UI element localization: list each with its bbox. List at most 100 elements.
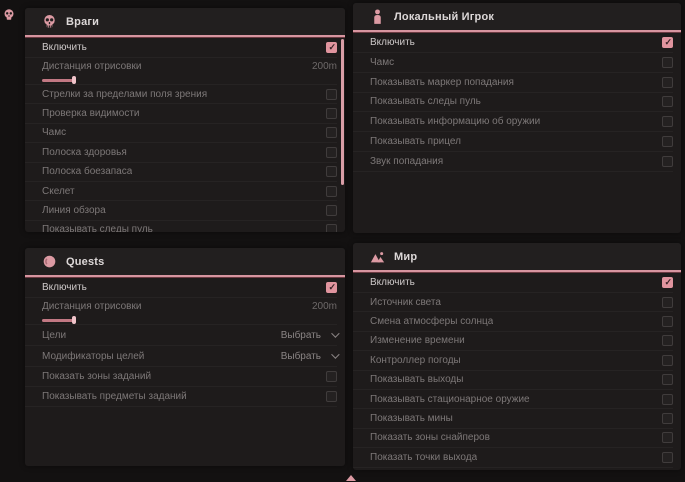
- row-label: Смена атмосферы солнца: [370, 316, 493, 327]
- row-label: Включить: [42, 282, 87, 293]
- checkbox[interactable]: [662, 374, 673, 385]
- checkbox[interactable]: [326, 186, 337, 197]
- row-label: Показать зоны снайперов: [370, 432, 490, 443]
- settings-row: Показывать информацию об оружии: [353, 112, 673, 132]
- checkbox[interactable]: [326, 42, 337, 53]
- row-label: Включить: [42, 42, 87, 53]
- row-label: Проверка видимости: [42, 108, 140, 119]
- mountain-icon: [346, 475, 356, 481]
- circle-icon: [42, 254, 57, 269]
- row-label: Чамс: [42, 127, 66, 138]
- panel-title: Quests: [66, 256, 105, 268]
- checkbox[interactable]: [326, 371, 337, 382]
- checkbox[interactable]: [662, 452, 673, 463]
- checkbox[interactable]: [326, 282, 337, 293]
- settings-row: Показывать следы пуль: [25, 221, 337, 232]
- slider-fill: [42, 79, 74, 82]
- settings-row: Включить: [353, 32, 673, 53]
- row-label: Показывать следы пуль: [370, 96, 481, 107]
- slider[interactable]: [42, 316, 337, 324]
- row-label: Стрелки за пределами поля зрения: [42, 89, 207, 100]
- skull-icon: [3, 7, 15, 22]
- row-label: Цели: [42, 330, 66, 341]
- panel-quests-header: Quests: [25, 248, 345, 275]
- row-label: Дистанция отрисовки: [42, 301, 141, 312]
- dropdown-value: Выбрать: [281, 330, 321, 341]
- checkbox[interactable]: [662, 316, 673, 327]
- row-label: Показывать маркер попадания: [370, 77, 514, 88]
- checkbox[interactable]: [326, 205, 337, 216]
- checkbox[interactable]: [662, 335, 673, 346]
- settings-row: Модификаторы целейВыбрать: [25, 346, 337, 367]
- panel-enemies-header: Враги: [25, 8, 345, 35]
- checkbox[interactable]: [326, 147, 337, 158]
- panel-title: Мир: [394, 251, 417, 263]
- checkbox[interactable]: [662, 136, 673, 147]
- panel-quests: Quests ВключитьДистанция отрисовки200mЦе…: [25, 248, 345, 466]
- slider-handle[interactable]: [72, 316, 76, 324]
- row-label: Показать зоны заданий: [42, 371, 151, 382]
- row-label: Полоска здоровья: [42, 147, 127, 158]
- settings-row: Показывать следы пуль: [353, 93, 673, 113]
- settings-row: Показывать маркер попадания: [353, 73, 673, 93]
- chevron-down-icon: [331, 350, 339, 358]
- settings-row: Дистанция отрисовки200m: [25, 58, 337, 85]
- checkbox[interactable]: [326, 166, 337, 177]
- checkbox[interactable]: [662, 57, 673, 68]
- chevron-down-icon: [331, 329, 339, 337]
- checkbox[interactable]: [662, 355, 673, 366]
- slider[interactable]: [42, 76, 337, 84]
- settings-row: Показать точки выхода: [353, 448, 673, 467]
- panel-enemies: Враги Включить Дистанция отрисовки200m Стр…: [25, 8, 345, 232]
- checkbox[interactable]: [662, 77, 673, 88]
- panel-local-player: Локальный Игрок Включить Чамс Показывать м…: [353, 3, 681, 233]
- panel-local-player-header: Локальный Игрок: [353, 3, 681, 30]
- row-label: Включить: [370, 277, 415, 288]
- settings-row: Чамс: [353, 53, 673, 73]
- row-label: Включить: [370, 37, 415, 48]
- checkbox[interactable]: [662, 432, 673, 443]
- checkbox[interactable]: [662, 96, 673, 107]
- row-label: Линия обзора: [42, 205, 106, 216]
- row-label: Показывать информацию об оружии: [370, 116, 540, 127]
- row-label: Звук попадания: [370, 156, 443, 167]
- row-label: Источник света: [370, 297, 441, 308]
- settings-row: Линия обзора: [25, 201, 337, 220]
- panel-world-header: Мир: [353, 243, 681, 270]
- row-label: Скелет: [42, 186, 75, 197]
- checkbox[interactable]: [326, 108, 337, 119]
- settings-row: Источник света: [353, 293, 673, 312]
- row-label: Изменение времени: [370, 335, 465, 346]
- dropdown-select[interactable]: Выбрать: [281, 351, 337, 362]
- slider-handle[interactable]: [72, 76, 76, 84]
- settings-row: Показывать прицел: [353, 132, 673, 152]
- person-icon: [370, 9, 385, 24]
- settings-row: Смена атмосферы солнца: [353, 312, 673, 331]
- row-label: Показывать предметы заданий: [42, 391, 187, 402]
- dropdown-value: Выбрать: [281, 351, 321, 362]
- settings-row: Чамс: [25, 124, 337, 143]
- checkbox[interactable]: [662, 37, 673, 48]
- settings-row: Контроллер погоды: [353, 351, 673, 370]
- checkbox[interactable]: [662, 297, 673, 308]
- scrollbar[interactable]: [341, 39, 344, 185]
- checkbox[interactable]: [326, 224, 337, 232]
- checkbox[interactable]: [662, 394, 673, 405]
- row-label: Показывать мины: [370, 413, 453, 424]
- checkbox[interactable]: [662, 413, 673, 424]
- row-label: Чамс: [370, 57, 394, 68]
- panel-title: Враги: [66, 16, 99, 28]
- checkbox[interactable]: [326, 391, 337, 402]
- settings-row: Полоска боезапаса: [25, 163, 337, 182]
- row-label: Показать точки выхода: [370, 452, 477, 463]
- row-label: Контроллер погоды: [370, 355, 461, 366]
- row-label: Полоска боезапаса: [42, 166, 132, 177]
- settings-row: Включить: [25, 277, 337, 298]
- dropdown-select[interactable]: Выбрать: [281, 330, 337, 341]
- checkbox[interactable]: [326, 89, 337, 100]
- checkbox[interactable]: [662, 277, 673, 288]
- checkbox[interactable]: [662, 116, 673, 127]
- checkbox[interactable]: [326, 127, 337, 138]
- checkbox[interactable]: [662, 156, 673, 167]
- settings-row: Показывать выходы: [353, 371, 673, 390]
